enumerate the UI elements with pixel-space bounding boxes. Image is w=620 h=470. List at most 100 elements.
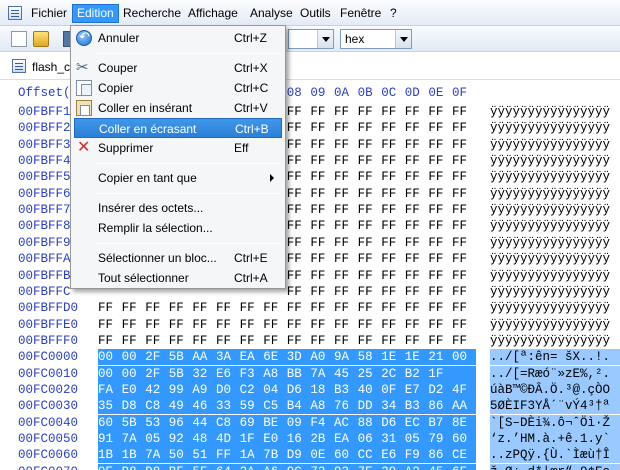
hex-byte[interactable]: 09 [287,415,305,431]
menu-item-remplir-selection[interactable]: Remplir la sélection... [74,218,282,238]
hex-byte[interactable]: 1B [122,447,140,463]
hex-byte[interactable]: 05 [405,431,423,447]
hex-byte[interactable]: FF [405,186,423,202]
hex-byte[interactable]: 4D [216,431,234,447]
hex-byte[interactable]: EA [334,431,352,447]
offset-base-select[interactable] [288,29,334,49]
hex-byte[interactable]: FF [334,137,352,153]
hex-byte[interactable]: FF [381,268,399,284]
hex-byte[interactable]: 3A [216,349,234,365]
hex-byte[interactable]: FF [452,169,470,185]
hex-byte[interactable]: 9C [287,464,305,470]
hex-byte[interactable]: FF [334,153,352,169]
hex-byte[interactable]: 06 [358,431,376,447]
hex-byte[interactable]: FF [405,284,423,300]
hex-byte[interactable]: C5 [263,398,281,414]
hex-byte[interactable]: FF [263,317,281,333]
hex-byte[interactable]: 59 [240,398,258,414]
hex-byte[interactable]: FF [381,153,399,169]
hex-byte[interactable]: E6 [381,447,399,463]
hex-byte[interactable]: FF [428,218,446,234]
hex-byte[interactable]: FF [287,153,305,169]
hex-byte[interactable]: 3D [287,349,305,365]
hex-byte[interactable]: D6 [287,382,305,398]
hex-byte[interactable]: 92 [169,431,187,447]
hex-byte[interactable]: FF [428,251,446,267]
hex-byte[interactable]: FF [428,186,446,202]
hex-byte[interactable]: 21 [428,349,446,365]
encoding-select[interactable]: hex [340,29,412,49]
hex-byte[interactable]: 1B [98,447,116,463]
hex-byte[interactable]: D6 [381,415,399,431]
menu-affichage[interactable]: Affichage [184,5,242,22]
hex-byte[interactable]: 49 [169,398,187,414]
hex-byte[interactable]: FF [428,284,446,300]
hex-byte[interactable]: 8E [452,415,470,431]
hex-byte[interactable]: 00 [98,366,116,382]
hex-byte[interactable]: 0E [310,447,328,463]
hex-byte[interactable]: 44 [192,415,210,431]
hex-byte[interactable]: FF [381,317,399,333]
hex-byte[interactable]: B7 [428,415,446,431]
hex-byte[interactable]: FF [452,251,470,267]
chevron-down-icon[interactable] [395,30,411,48]
hex-byte[interactable]: FF [428,202,446,218]
new-file-icon[interactable] [11,31,27,47]
hex-byte[interactable]: FF [358,235,376,251]
hex-byte[interactable]: FF [334,268,352,284]
hex-byte[interactable]: A9 [192,382,210,398]
hex-byte[interactable]: FF [358,251,376,267]
hex-byte[interactable]: FF [287,202,305,218]
menu-item-coller-ecrasant[interactable]: Coller en écrasant Ctrl+B [74,118,282,138]
hex-byte[interactable]: FF [240,300,258,316]
hex-byte[interactable]: FF [381,169,399,185]
hex-byte[interactable]: FF [263,333,281,349]
hex-byte[interactable]: FF [310,284,328,300]
hex-byte[interactable]: FF [287,333,305,349]
hex-byte[interactable]: 60 [452,431,470,447]
hex-byte[interactable]: FF [287,104,305,120]
hex-byte[interactable]: 2A [240,464,258,470]
hex-byte[interactable]: FF [358,218,376,234]
hex-byte[interactable]: D0 [216,382,234,398]
hex-byte[interactable]: 50 [169,447,187,463]
hex-byte[interactable]: 7A [122,431,140,447]
hex-byte[interactable]: 5B [169,366,187,382]
hex-byte[interactable]: 5B [169,349,187,365]
hex-byte[interactable]: FF [287,317,305,333]
hex-byte[interactable]: F4 [310,415,328,431]
hex-byte[interactable]: E0 [263,431,281,447]
hex-byte[interactable]: FF [334,317,352,333]
hex-byte[interactable]: 1A [240,447,258,463]
hex-byte[interactable]: FF [334,202,352,218]
hex-byte[interactable]: FF [405,317,423,333]
hex-byte[interactable]: 1E [381,349,399,365]
hex-byte[interactable]: 1E [405,349,423,365]
hex-byte[interactable]: BB [287,366,305,382]
hex-byte[interactable]: 86 [428,447,446,463]
hex-byte[interactable]: FF [310,251,328,267]
hex-byte[interactable]: 0F [381,382,399,398]
hex-byte[interactable]: FF [169,300,187,316]
hex-byte[interactable]: FF [405,300,423,316]
hex-byte[interactable]: FF [310,186,328,202]
hex-byte[interactable]: 69 [240,415,258,431]
hex-byte[interactable]: FF [287,300,305,316]
hex-byte[interactable]: 45 [428,464,446,470]
hex-byte[interactable]: FF [381,202,399,218]
hex-byte[interactable]: FF [287,137,305,153]
hex-byte[interactable]: 04 [263,382,281,398]
hex-byte[interactable]: 99 [169,382,187,398]
hex-byte[interactable]: 45 [334,366,352,382]
hex-byte[interactable]: CE [452,447,470,463]
hex-byte[interactable]: 33 [216,398,234,414]
hex-byte[interactable]: 00 [122,366,140,382]
hex-byte[interactable]: 2F [145,349,163,365]
hex-byte[interactable]: FF [334,186,352,202]
hex-byte[interactable]: FF [310,268,328,284]
hex-byte[interactable]: F9 [405,447,423,463]
menu-item-inserer-octets[interactable]: Insérer des octets... [74,198,282,218]
hex-byte[interactable]: FF [405,137,423,153]
hex-byte[interactable]: 6F [452,464,470,470]
hex-byte[interactable]: FF [334,235,352,251]
